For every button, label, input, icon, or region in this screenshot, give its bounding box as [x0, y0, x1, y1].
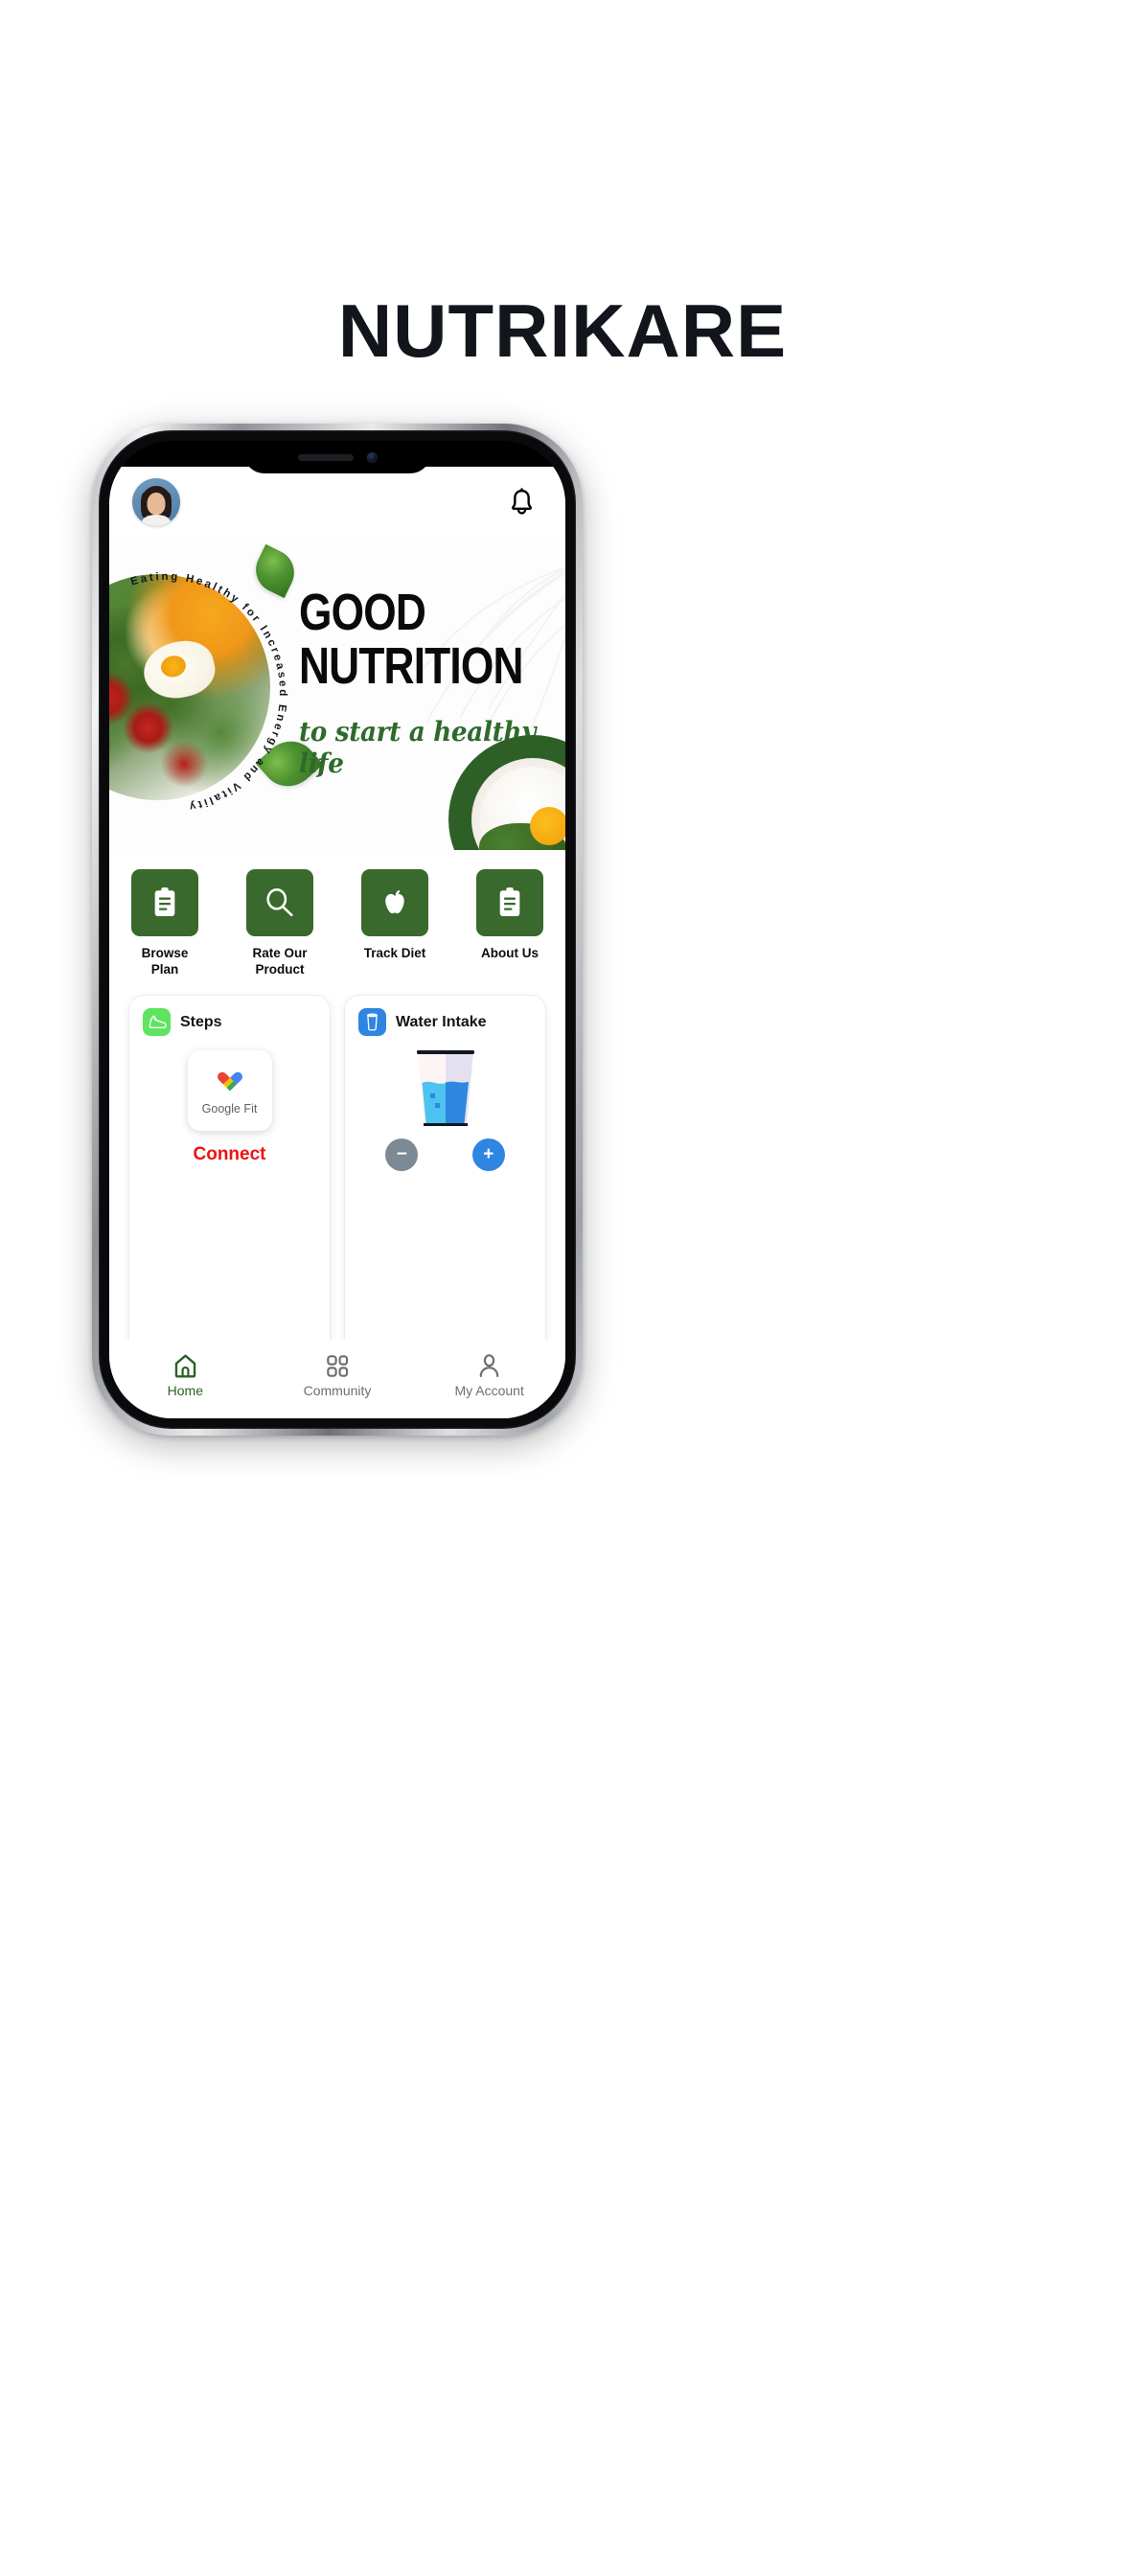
phone-notch — [243, 441, 431, 473]
apple-icon — [385, 889, 404, 914]
quick-action-label: Rate Our Product — [252, 946, 308, 977]
phone-bezel: Eating Healthy for Increased Energy and … — [99, 430, 576, 1429]
earpiece-speaker — [297, 453, 354, 461]
steps-card-header: Steps — [143, 1008, 316, 1036]
avatar-face — [147, 493, 166, 515]
quick-action-track-diet[interactable]: Track Diet — [358, 869, 431, 978]
home-icon — [174, 1354, 196, 1377]
connect-button[interactable]: Connect — [194, 1144, 266, 1165]
google-fit-tile[interactable]: Google Fit — [187, 1050, 272, 1131]
bottom-navigation-bar: Home Community My Account — [109, 1340, 565, 1418]
shoe-glyph-icon — [149, 1015, 167, 1028]
steps-card-title: Steps — [180, 1013, 222, 1030]
quick-action-label: About Us — [481, 946, 539, 960]
avatar-body — [142, 515, 171, 526]
shoe-icon — [143, 1008, 171, 1036]
quick-action-label: Track Diet — [363, 946, 426, 960]
water-glass-icon — [358, 1008, 386, 1036]
avatar[interactable] — [132, 478, 180, 526]
circular-tagline: Eating Healthy for Increased Energy and … — [129, 571, 288, 813]
front-camera-icon — [366, 451, 378, 463]
quick-action-tile[interactable] — [476, 869, 543, 936]
nav-item-home[interactable]: Home — [109, 1353, 262, 1398]
bell-icon — [511, 487, 532, 515]
page-title: NUTRIKARE — [337, 288, 788, 373]
google-fit-heart-icon — [217, 1071, 242, 1092]
nav-label-my-account: My Account — [454, 1382, 524, 1398]
nav-item-my-account[interactable]: My Account — [413, 1353, 565, 1398]
water-intake-controls: − + — [358, 1138, 532, 1171]
bowl-inner — [471, 758, 565, 850]
google-fit-label: Google Fit — [201, 1102, 258, 1116]
quick-action-label: Browse Plan — [141, 946, 189, 977]
hero-banner[interactable]: Eating Healthy for Increased Energy and … — [109, 538, 565, 850]
hero-title: GOOD NUTRITION — [299, 584, 565, 695]
nav-item-community[interactable]: Community — [262, 1353, 414, 1398]
quick-action-tile[interactable] — [246, 869, 313, 936]
quick-action-browse-plan[interactable]: Browse Plan — [128, 869, 201, 978]
quick-action-tile[interactable] — [131, 869, 198, 936]
clipboard-icon — [499, 886, 520, 916]
phone-screen: Eating Healthy for Increased Energy and … — [109, 441, 565, 1418]
quick-action-about-us[interactable]: About Us — [473, 869, 546, 978]
magnifier-icon — [266, 888, 293, 917]
quick-action-rate-our-product[interactable]: Rate Our Product — [243, 869, 316, 978]
water-decrement-button[interactable]: − — [385, 1138, 419, 1171]
app-screen: Eating Healthy for Increased Energy and … — [109, 467, 565, 1418]
hero-title-line-2: NUTRITION — [299, 636, 523, 695]
clipboard-icon — [154, 886, 175, 916]
water-increment-button[interactable]: + — [471, 1138, 505, 1171]
circular-tagline-text: Eating Healthy for Increased Energy and … — [129, 571, 288, 813]
water-glass-glyph-icon — [367, 1013, 378, 1031]
quick-actions-row: Browse Plan Rate Our Product Track Diet … — [109, 850, 565, 983]
app-header — [109, 467, 565, 538]
notification-bell-button[interactable] — [500, 481, 542, 523]
nav-label-home: Home — [167, 1382, 204, 1398]
grid-icon — [326, 1354, 348, 1377]
water-glass-illustration — [416, 1050, 474, 1126]
phone-frame: Eating Healthy for Increased Energy and … — [92, 424, 583, 1436]
quick-action-tile[interactable] — [361, 869, 428, 936]
water-intake-card-title: Water Intake — [396, 1013, 487, 1030]
person-icon — [479, 1353, 499, 1377]
water-intake-card-header: Water Intake — [358, 1008, 532, 1036]
hero-title-line-1: GOOD — [299, 584, 426, 641]
bowl-egg-yolk — [530, 807, 565, 846]
nav-label-community: Community — [303, 1382, 372, 1398]
